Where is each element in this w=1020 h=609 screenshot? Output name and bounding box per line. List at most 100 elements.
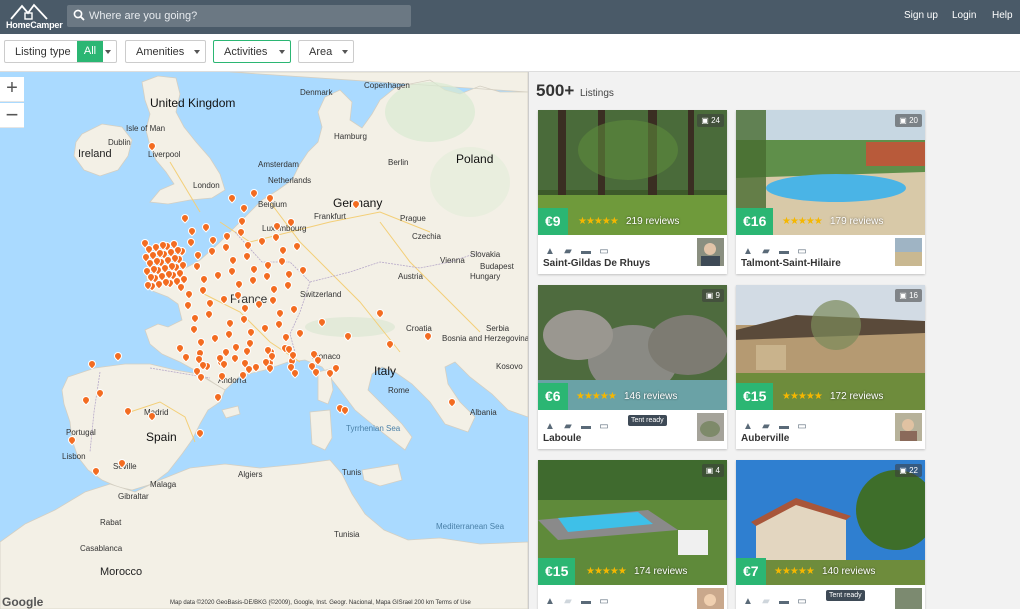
photo-count-value: 16 [909,291,918,300]
homecamper-logo[interactable]: HomeCamper [6,2,63,32]
search-icon [73,9,85,21]
car-icon: ▬ [779,421,789,432]
map-label-algiers: Algiers [238,470,263,479]
chevron-down-icon [194,50,200,54]
campervan-icon: ▰ [564,596,572,607]
tent-ready-badge: Tent ready [826,590,865,601]
amenities-label: Amenities [136,46,185,58]
area-label: Area [309,46,333,58]
top-bar: HomeCamper Sign up Login Help [0,0,1020,34]
login-link[interactable]: Login [952,10,976,21]
host-avatar [697,238,724,266]
photo-count-value: 22 [909,466,918,475]
tent-icon: ▲ [545,246,555,257]
zoom-out-button[interactable]: − [0,103,24,128]
map-label-tunisia: Tunisia [334,530,360,539]
map-label-rome: Rome [388,386,410,395]
chevron-down-icon [279,50,285,54]
listing-price: €15 [538,558,576,585]
amenities-filter[interactable]: Amenities [125,40,206,63]
map-label-frankfurt: Frankfurt [314,212,347,221]
search-box[interactable] [67,5,411,27]
car-icon: ▬ [581,421,591,432]
google-logo: Google [2,595,44,609]
host-avatar [895,588,922,609]
listing-card[interactable]: ▣ 22 €7 ★★★★★ 140 reviews ▲ ▰ ▬ ▭ Tent read… [736,460,925,609]
camera-icon: ▣ [899,466,907,475]
map-label-liverpool: Liverpool [148,150,181,159]
map-label-spain: Spain [146,430,177,444]
listing-price: €6 [538,383,568,410]
amenity-icons: ▲ ▰ ▬ ▭ [741,591,813,607]
map-label-dublin: Dublin [108,138,131,147]
listing-card[interactable]: ▣ 20 €16 ★★★★★ 179 reviews ▲ ▰ ▬ ▭ Talmont-… [736,110,925,274]
all-badge: All [77,41,103,62]
chevron-down-icon [105,50,111,54]
car-icon: ▬ [581,246,591,257]
host-avatar [697,588,724,609]
rating-stars: ★★★★★ [586,566,627,577]
map-label-lisbon: Lisbon [62,452,86,461]
review-count: 172 reviews [830,391,884,402]
help-link[interactable]: Help [992,10,1013,21]
logo-mountains-icon [10,3,48,20]
caravan-icon: ▭ [797,421,807,432]
listing-price: €7 [736,558,766,585]
map-label-austria: Austria [398,272,423,281]
map-label-hungary: Hungary [470,272,501,281]
listings-count-label: Listings [580,88,614,99]
map-attribution[interactable]: Map data ©2020 GeoBasis-DE/BKG (©2009), … [170,600,471,606]
amenity-icons: ▲ ▰ ▬ ▭ [543,241,615,257]
chevron-down-icon [342,50,348,54]
photo-count-badge: ▣ 22 [895,464,922,477]
camera-icon: ▣ [705,466,714,475]
photo-count-value: 20 [909,116,918,125]
listing-type-filter[interactable]: Listing type All [4,40,117,63]
signup-link[interactable]: Sign up [904,10,938,21]
listings-count: 500+ [536,81,575,100]
rating-stars: ★★★★★ [578,216,619,227]
map-label-slovakia: Slovakia [470,250,501,259]
amenity-icons: ▲ ▰ ▬ ▭ [741,241,813,257]
map-label-belgium: Belgium [258,200,287,209]
rating-stars: ★★★★★ [576,391,617,402]
photo-count-badge: ▣ 9 [701,289,724,302]
caravan-icon: ▭ [797,596,807,607]
pane-divider [528,72,529,609]
campervan-icon: ▰ [564,246,572,257]
map[interactable]: + − United Kingdom Isle of Man Ireland D… [0,72,528,609]
listing-price: €9 [538,208,568,235]
photo-count-badge: ▣ 24 [697,114,724,127]
search-input[interactable] [89,7,399,25]
map-label-italy: Italy [374,364,397,378]
listing-card[interactable]: ▣ 16 €15 ★★★★★ 172 reviews ▲ ▰ ▬ ▭ Aubervil… [736,285,925,449]
map-label-casablanca: Casablanca [80,544,123,553]
listing-card[interactable]: ▣ 4 €15 ★★★★★ 174 reviews ▲ ▰ ▬ ▭ [538,460,727,609]
tent-icon: ▲ [743,421,753,432]
campervan-icon: ▰ [762,421,770,432]
activities-filter[interactable]: Activities [213,40,291,63]
listing-card[interactable]: ▣ 24 €9 ★★★★★ 219 reviews ▲ ▰ ▬ ▭ Saint-Gil… [538,110,727,274]
listing-card[interactable]: ▣ 9 €6 ★★★★★ 146 reviews ▲ ▰ ▬ ▭ Tent ready… [538,285,727,449]
map-label-denmark: Denmark [300,88,333,97]
map-label-czechia: Czechia [412,232,441,241]
host-avatar [895,238,922,266]
review-count: 219 reviews [626,216,680,227]
listing-price: €15 [736,383,774,410]
caravan-icon: ▭ [797,246,807,257]
filter-bar: Listing type All Amenities Activities Ar… [0,34,1020,72]
photo-count-badge: ▣ 16 [895,289,922,302]
map-label-vienna: Vienna [440,256,465,265]
zoom-in-button[interactable]: + [0,77,24,102]
host-avatar [697,413,724,441]
area-filter[interactable]: Area [298,40,354,63]
amenity-icons: ▲ ▰ ▬ ▭ [543,416,615,432]
camera-icon: ▣ [705,291,714,300]
caravan-icon: ▭ [599,421,609,432]
amenity-icons: ▲ ▰ ▬ ▭ [543,591,615,607]
review-count: 179 reviews [830,216,884,227]
map-label-amsterdam: Amsterdam [258,160,299,169]
listing-location: Laboule [543,433,582,444]
car-icon: ▬ [779,596,789,607]
listing-location: Talmont-Saint-Hilaire [741,258,841,269]
